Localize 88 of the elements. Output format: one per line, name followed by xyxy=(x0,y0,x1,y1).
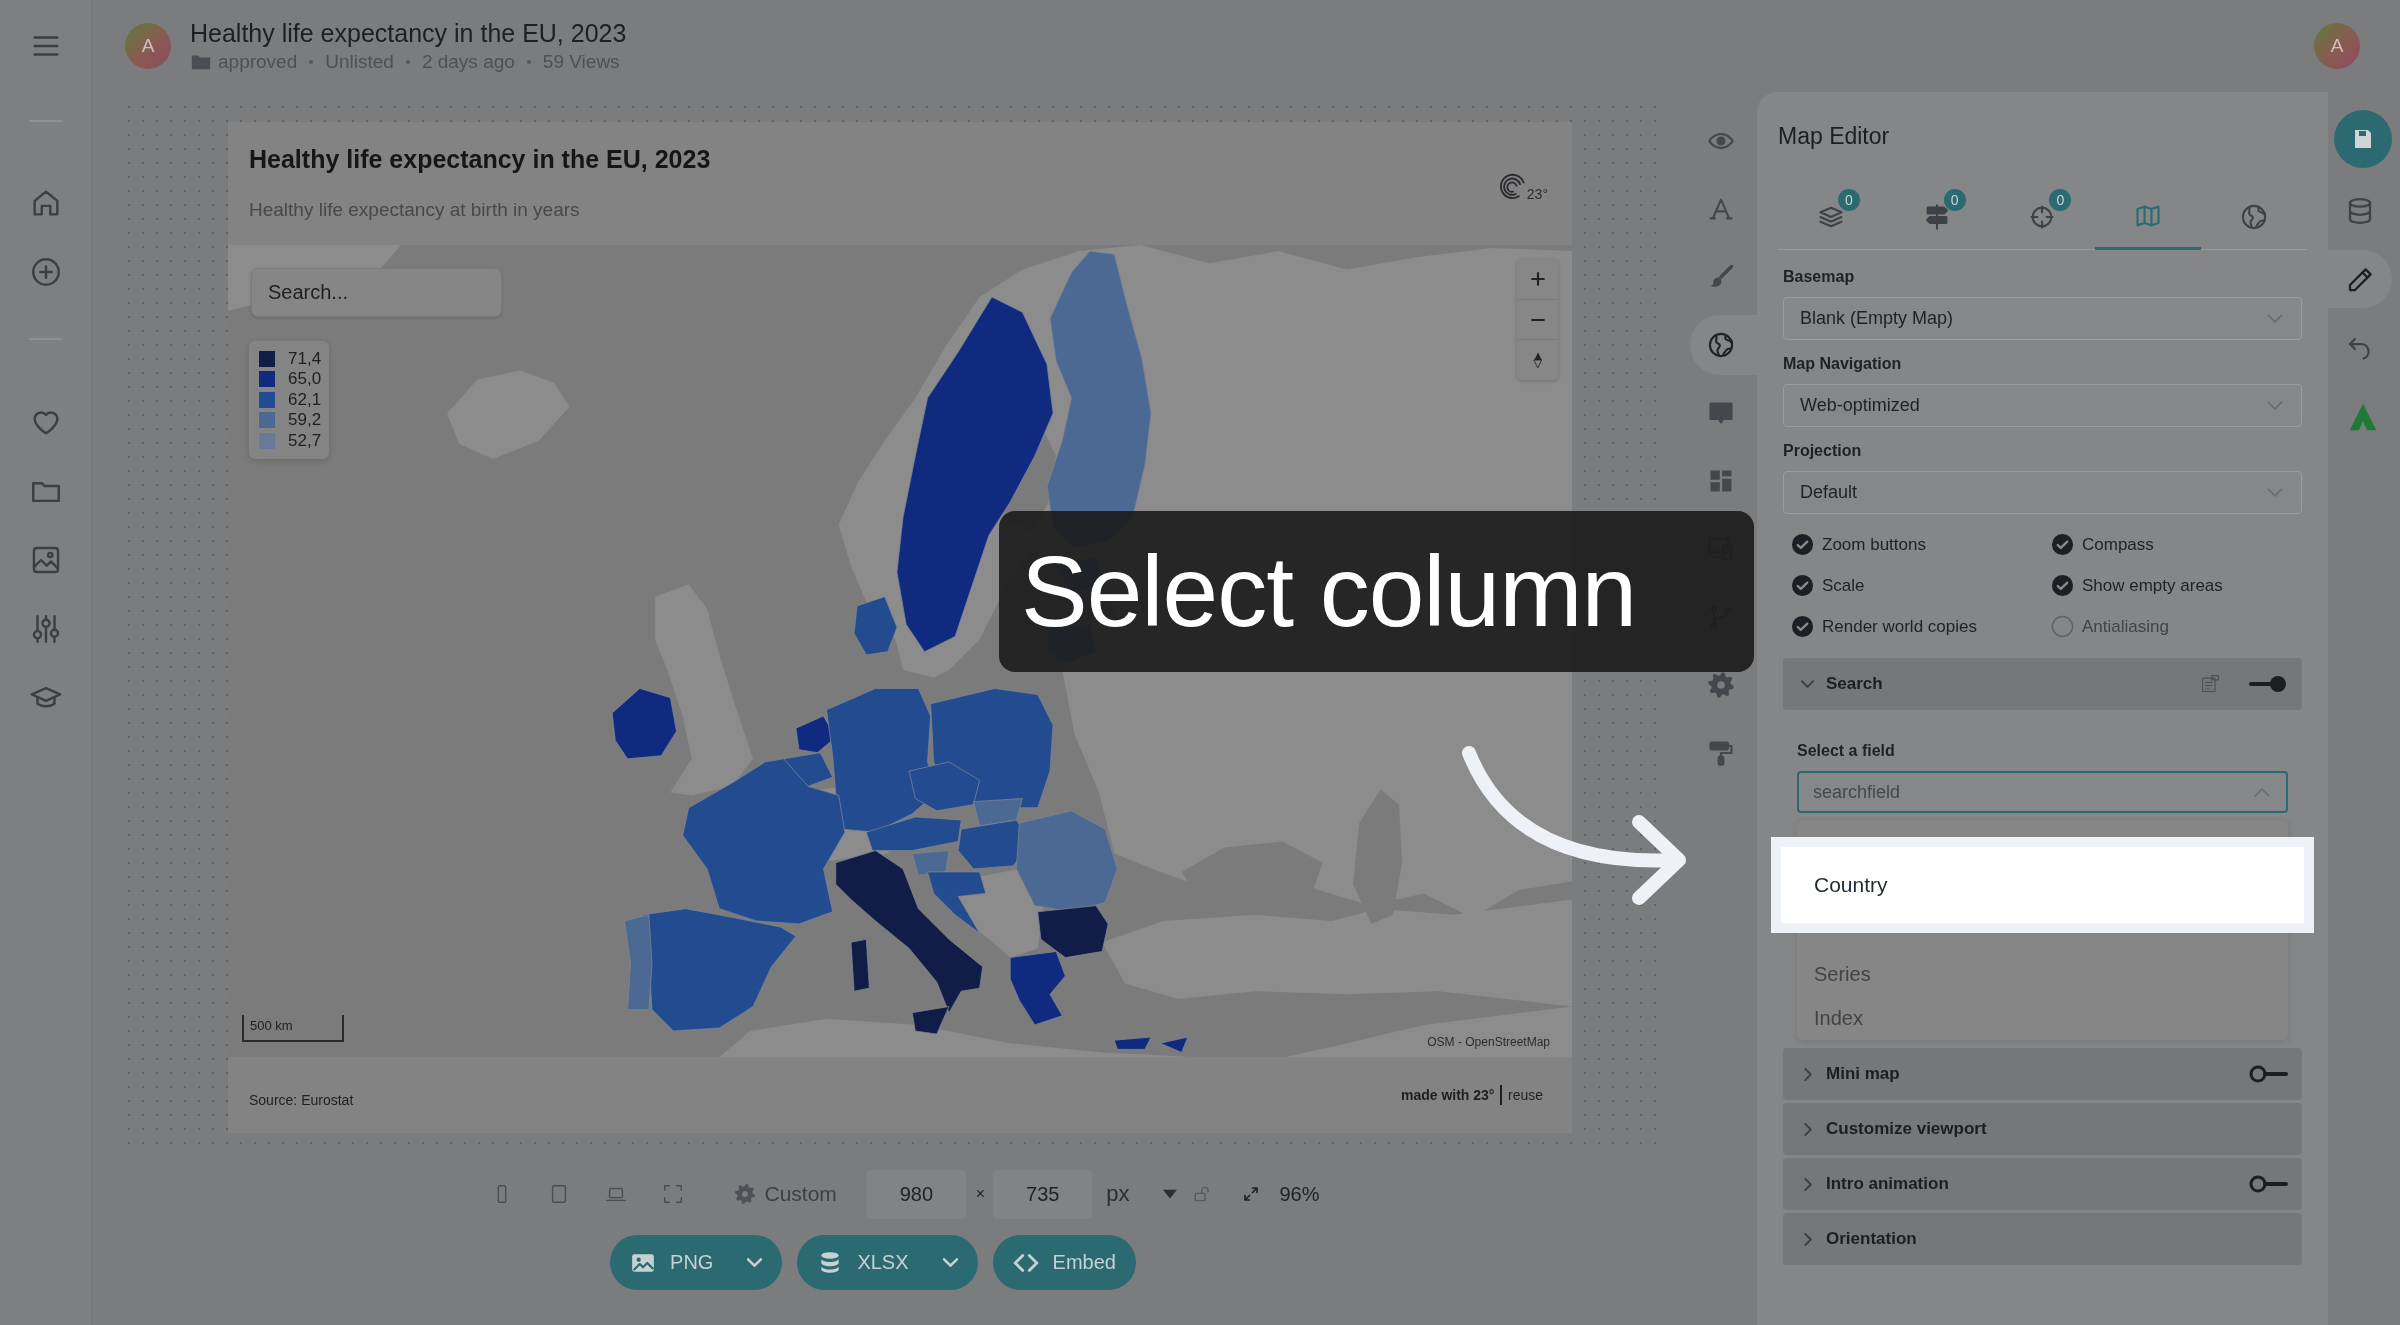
caret-down-icon[interactable] xyxy=(1163,1187,1178,1201)
globe-icon xyxy=(2240,202,2269,231)
save-button[interactable] xyxy=(2334,110,2392,168)
tutorial-tooltip: Select column xyxy=(999,511,1754,672)
option-label: Antialiasing xyxy=(2082,616,2169,637)
option-label: Zoom buttons xyxy=(1822,534,1926,555)
chevron-down-icon xyxy=(747,1258,763,1267)
export-button[interactable]: Embed xyxy=(992,1235,1136,1290)
field-label: Map Navigation xyxy=(1783,354,1903,374)
checkbox[interactable] xyxy=(1791,533,1814,556)
map-search-field[interactable]: Search... xyxy=(251,268,502,317)
chart-title: Healthy life expectancy in the EU, 2023 xyxy=(190,18,627,48)
checkbox[interactable] xyxy=(1791,615,1814,638)
reuse-link[interactable]: reuse xyxy=(1507,1087,1543,1103)
legend-label: 52,7 xyxy=(288,430,322,451)
chart-heading: Healthy life expectancy in the EU, 2023 xyxy=(249,144,711,175)
globe-icon[interactable] xyxy=(1706,331,1735,359)
map-attribution: OSM - OpenStreetMap xyxy=(1427,1035,1550,1049)
field-label: Projection xyxy=(1783,441,1863,461)
settings-icon[interactable] xyxy=(1706,671,1735,699)
times-sign: × xyxy=(975,1185,986,1203)
legend-label: 71,4 xyxy=(288,348,322,369)
checkbox[interactable] xyxy=(2051,574,2074,597)
count-badge: 0 xyxy=(2049,189,2072,211)
chevron-right-icon xyxy=(1804,1232,1812,1246)
preset-select[interactable]: Custom xyxy=(733,1182,837,1206)
height-field[interactable]: 735 xyxy=(993,1169,1093,1219)
dropdown-option[interactable]: Country xyxy=(1771,837,2314,933)
section-header[interactable]: Intro animation xyxy=(1783,1158,2302,1210)
settings-icon xyxy=(733,1183,756,1205)
unlock-icon[interactable] xyxy=(1193,1185,1212,1203)
option-label: Render world copies xyxy=(1822,616,1977,637)
width-field[interactable]: 980 xyxy=(866,1169,966,1219)
chevron-right-icon xyxy=(1804,1067,1812,1081)
toggle-switch[interactable] xyxy=(2248,674,2288,694)
toggle-switch[interactable] xyxy=(2248,1174,2288,1194)
chevron-down-icon xyxy=(2267,401,2283,410)
scale-bar: 500 km xyxy=(242,1015,344,1042)
field-label: Select a field xyxy=(1797,741,1896,761)
field-label: Basemap xyxy=(1783,267,1856,287)
dropdown-option[interactable]: Series xyxy=(1797,952,2288,996)
dropdown-select[interactable]: Blank (Empty Map) xyxy=(1783,297,2302,340)
paint-roller-icon[interactable] xyxy=(1706,739,1735,767)
chevron-down-icon xyxy=(2267,314,2283,323)
user-avatar[interactable]: A xyxy=(125,23,171,69)
source-note: Source: Eurostat xyxy=(249,1092,354,1108)
editor-tab[interactable]: 0 xyxy=(1883,184,1990,250)
chevron-down-icon xyxy=(1801,680,1814,688)
option-label: Compass xyxy=(2082,534,2154,555)
panel-title: Map Editor xyxy=(1778,122,1891,150)
swirl-logo-icon xyxy=(1498,173,1527,201)
dropdown-select[interactable]: Web-optimized xyxy=(1783,384,2302,427)
checkbox[interactable] xyxy=(2051,615,2074,638)
export-button[interactable]: PNG xyxy=(610,1235,783,1290)
editor-tab[interactable]: 0 xyxy=(1778,184,1884,250)
user-avatar[interactable]: A xyxy=(2314,23,2360,69)
zoom-level: 96% xyxy=(1279,1182,1320,1206)
option-label: Show empty areas xyxy=(2082,575,2223,596)
fullscreen-icon[interactable] xyxy=(661,1183,684,1205)
legend-label: 62,1 xyxy=(288,389,322,410)
editor-tab[interactable]: 0 xyxy=(1989,184,2096,250)
form-icon xyxy=(2200,674,2220,694)
section-header[interactable]: Search xyxy=(1783,658,2302,710)
unit-label: px xyxy=(1106,1181,1130,1207)
field-select[interactable]: searchfield xyxy=(1797,771,2288,813)
chevron-up-icon xyxy=(2254,788,2270,797)
dropdown-option[interactable]: Index xyxy=(1797,996,2288,1040)
made-with-text: made with 23° xyxy=(1400,1087,1495,1103)
toggle-switch[interactable] xyxy=(2248,1064,2288,1084)
chevron-down-icon xyxy=(2267,488,2283,497)
section-header[interactable]: Mini map xyxy=(1783,1048,2302,1100)
chevron-down-icon xyxy=(942,1258,958,1267)
section-header[interactable]: Customize viewport xyxy=(1783,1103,2302,1155)
chevron-right-icon xyxy=(1804,1122,1812,1136)
option-label: Scale xyxy=(1822,575,1865,596)
chart-subtitle: Healthy life expectancy at birth in years xyxy=(249,198,581,222)
count-badge: 0 xyxy=(1943,189,1966,211)
logo-text: 23° xyxy=(1526,187,1548,201)
section-header[interactable]: Orientation xyxy=(1783,1213,2302,1265)
checkbox[interactable] xyxy=(2051,533,2074,556)
checkbox[interactable] xyxy=(1791,574,1814,597)
chevron-right-icon xyxy=(1804,1177,1812,1191)
count-badge: 0 xyxy=(1837,189,1860,211)
dropdown-select[interactable]: Default xyxy=(1783,471,2302,514)
fit-arrows-icon[interactable] xyxy=(1242,1185,1261,1203)
export-button[interactable]: XLSX xyxy=(797,1235,978,1290)
legend-label: 65,0 xyxy=(288,369,322,390)
legend-label: 59,2 xyxy=(288,410,322,431)
